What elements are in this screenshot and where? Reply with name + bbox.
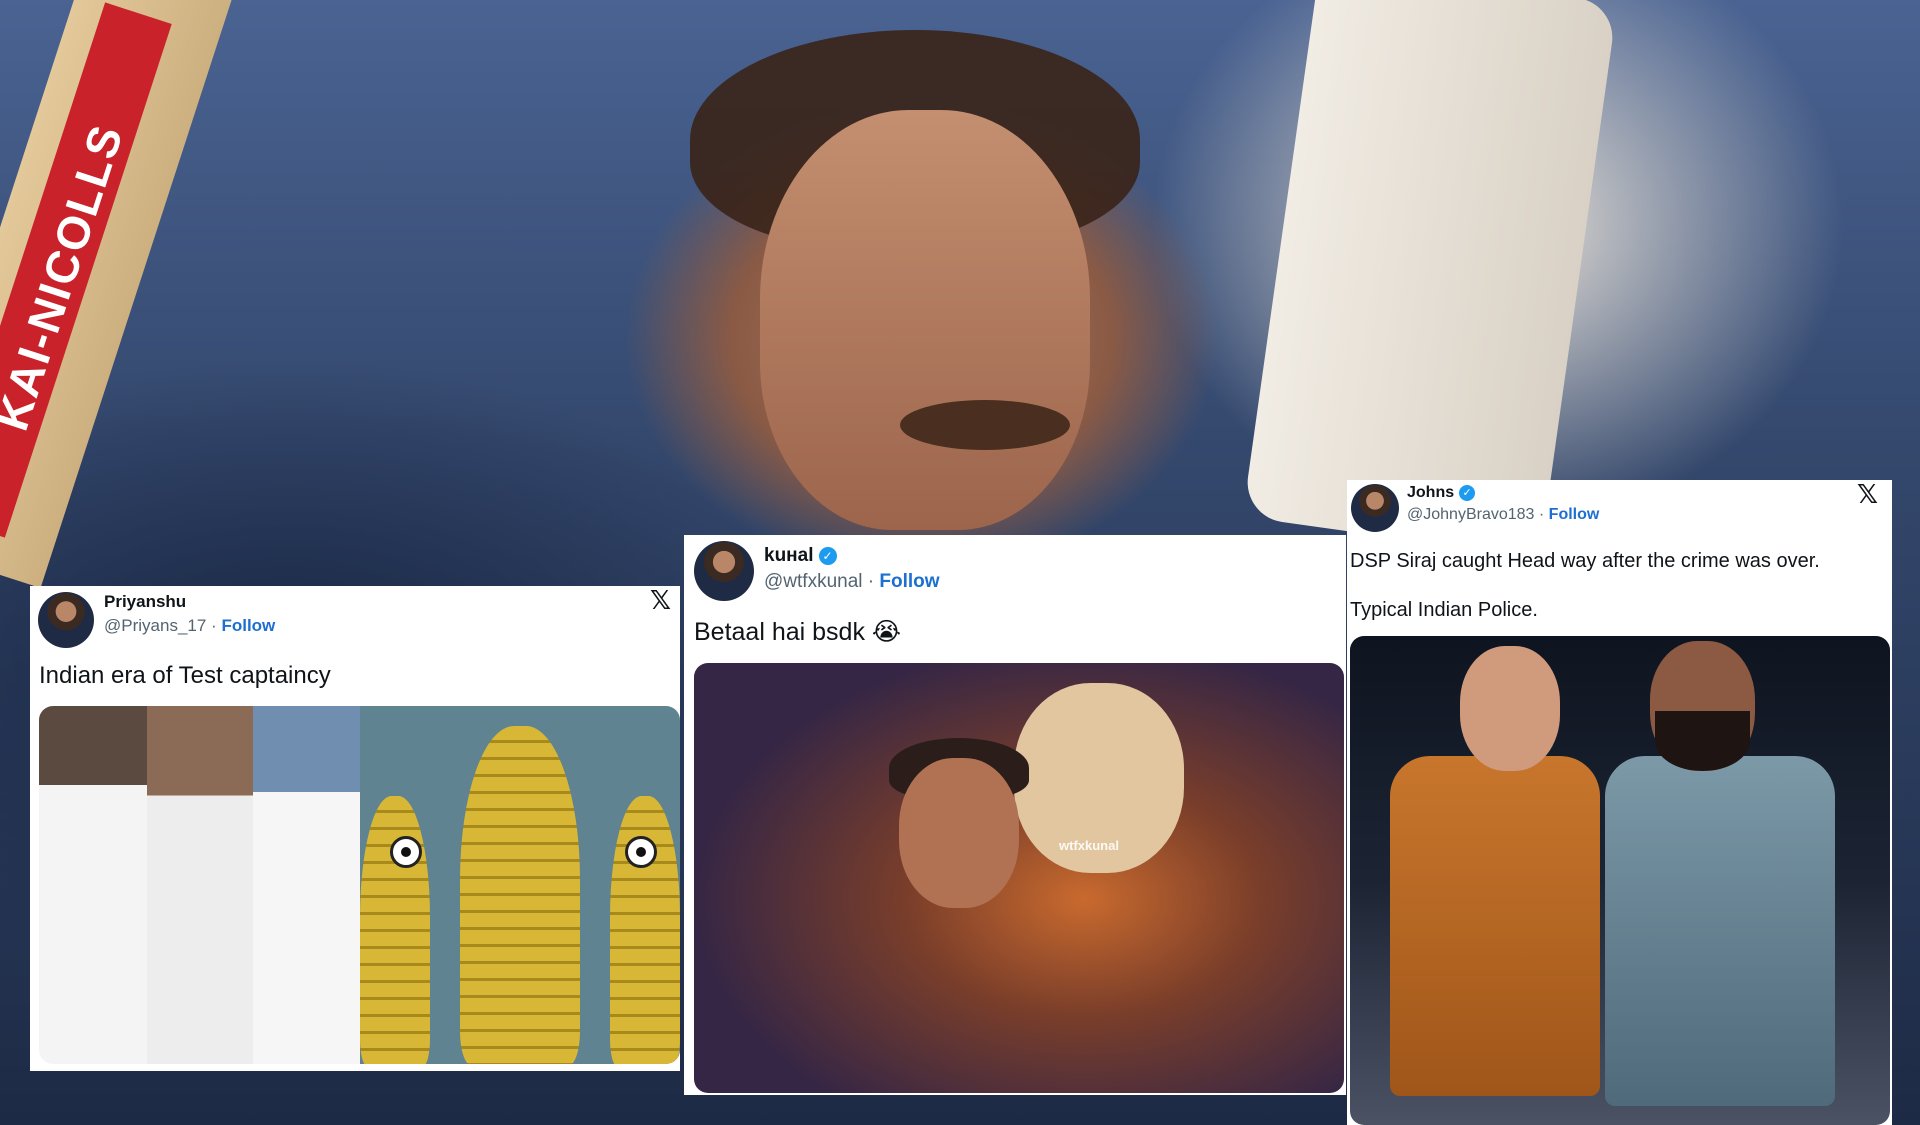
handle[interactable]: @JohnyBravo183	[1407, 506, 1534, 523]
dragon-meme	[360, 706, 680, 1064]
display-name[interactable]: Priyanshu	[104, 592, 275, 612]
handle-row: @JohnyBravo183 · Follow	[1407, 506, 1600, 523]
x-logo-icon[interactable]: 𝕏	[650, 586, 671, 616]
tweet-image[interactable]: wtfxkunal	[694, 663, 1344, 1093]
tweet-card-kunal[interactable]: kuʜal ✓ @wtfxkunal · Follow Betaal hai b…	[684, 535, 1346, 1095]
player-mustache	[900, 400, 1070, 450]
display-name[interactable]: Johns ✓	[1407, 484, 1599, 502]
follow-button[interactable]: Follow	[879, 571, 939, 592]
handle-row: @Priyans_17 · Follow	[104, 616, 276, 635]
tweet-card-priyanshu[interactable]: Priyanshu @Priyans_17 · Follow 𝕏 Indian …	[30, 586, 680, 1071]
avatar[interactable]	[38, 592, 94, 648]
raised-arm	[1242, 0, 1618, 559]
tweet-card-johns[interactable]: Johns ✓ @JohnyBravo183 · Follow 𝕏 DSP Si…	[1347, 480, 1892, 1125]
captain-photo-1	[39, 706, 147, 1064]
image-watermark: wtfxkunal	[1059, 838, 1119, 853]
tweet-text-line-1: DSP Siraj caught Head way after the crim…	[1350, 550, 1820, 572]
avatar[interactable]	[694, 541, 754, 601]
tweet-text: Betaal hai bsdk 😭	[694, 618, 902, 646]
tweet-text-line-2: Typical Indian Police.	[1350, 599, 1538, 621]
handle[interactable]: @Priyans_17	[104, 616, 206, 635]
display-name[interactable]: kuʜal ✓	[764, 545, 940, 567]
avatar[interactable]	[1351, 484, 1399, 532]
player-face	[760, 110, 1090, 530]
handle[interactable]: @wtfxkunal	[764, 571, 863, 592]
handle-row: @wtfxkunal · Follow	[764, 571, 940, 592]
tweet-image[interactable]	[39, 706, 680, 1064]
x-logo-icon[interactable]: 𝕏	[1857, 480, 1878, 510]
follow-button[interactable]: Follow	[1549, 506, 1600, 523]
tweet-image[interactable]	[1350, 636, 1890, 1125]
verified-badge-icon: ✓	[818, 547, 837, 565]
tweet-text: Indian era of Test captaincy	[39, 662, 331, 689]
verified-badge-icon: ✓	[1459, 485, 1476, 501]
follow-button[interactable]: Follow	[221, 616, 275, 635]
captain-photo-3	[253, 706, 360, 1064]
captain-photo-2	[147, 706, 253, 1064]
